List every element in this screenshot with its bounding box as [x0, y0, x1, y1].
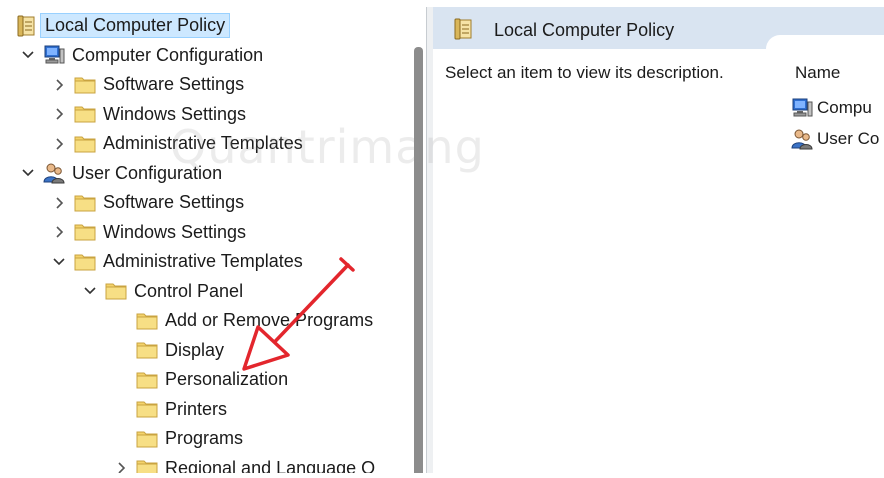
- red-arrow-annotation: [242, 257, 355, 371]
- details-header: Local Computer Policy: [433, 7, 884, 51]
- policy-document-icon: [453, 18, 475, 40]
- computer-icon: [791, 97, 813, 119]
- tree-item-cc-software-settings[interactable]: Software Settings: [50, 70, 244, 99]
- tree-item-label: Computer Configuration: [72, 44, 264, 65]
- tree-item-programs[interactable]: Programs: [112, 424, 243, 453]
- chevron-down-icon[interactable]: [81, 282, 99, 300]
- chevron-right-icon[interactable]: [50, 223, 68, 241]
- folder-icon: [74, 133, 96, 155]
- folder-icon: [136, 457, 158, 473]
- chevron-down-icon[interactable]: [19, 46, 37, 64]
- no-expander: [112, 400, 130, 418]
- tree-item-display[interactable]: Display: [112, 336, 224, 365]
- details-pane: Local Computer Policy Select an item to …: [433, 7, 884, 473]
- chevron-right-icon[interactable]: [112, 459, 130, 473]
- tree-item-uc-software-settings[interactable]: Software Settings: [50, 188, 244, 217]
- users-icon: [43, 162, 65, 184]
- chevron-down-icon[interactable]: [19, 164, 37, 182]
- details-item-label: User Co: [817, 129, 880, 148]
- folder-icon: [105, 280, 127, 302]
- no-expander: [112, 312, 130, 330]
- computer-icon: [43, 44, 65, 66]
- tree-item-label: Display: [165, 339, 225, 360]
- header-tab-notch: [766, 35, 884, 51]
- no-expander: [112, 430, 130, 448]
- folder-icon: [74, 74, 96, 96]
- tree-item-computer-configuration[interactable]: Computer Configuration: [19, 41, 263, 70]
- watermark: Quantrimang: [170, 120, 485, 174]
- tree-item-label: Software Settings: [103, 192, 245, 212]
- folder-icon: [74, 251, 96, 273]
- no-expander: [112, 341, 130, 359]
- tree-item-label: Local Computer Policy: [40, 13, 231, 38]
- tree-item-local-computer-policy[interactable]: Local Computer Policy: [16, 11, 231, 40]
- folder-icon: [136, 369, 158, 391]
- folder-icon: [136, 339, 158, 361]
- details-item-1[interactable]: User Co: [791, 126, 879, 152]
- folder-icon: [136, 428, 158, 450]
- chevron-right-icon[interactable]: [50, 135, 68, 153]
- folder-icon: [74, 221, 96, 243]
- bottom-edge: [0, 473, 884, 478]
- tree-item-regional-and-language[interactable]: Regional and Language O: [112, 454, 376, 474]
- tree-item-label: Printers: [165, 398, 228, 419]
- folder-icon: [136, 310, 158, 332]
- chevron-down-icon[interactable]: [50, 253, 68, 271]
- folder-icon: [74, 103, 96, 125]
- details-item-label: Compu: [817, 98, 872, 117]
- tree-item-label: Software Settings: [103, 74, 245, 94]
- folder-icon: [136, 398, 158, 420]
- chevron-right-icon[interactable]: [50, 194, 68, 212]
- chevron-right-icon[interactable]: [50, 76, 68, 94]
- column-header-name[interactable]: Name: [795, 63, 840, 83]
- chevron-right-icon[interactable]: [50, 105, 68, 123]
- details-title: Local Computer Policy: [494, 20, 675, 40]
- tree-pane: Local Computer Policy Computer Configurat…: [10, 7, 425, 473]
- policy-document-icon: [16, 15, 38, 37]
- users-icon: [791, 128, 813, 150]
- tree-item-control-panel[interactable]: Control Panel: [81, 277, 243, 306]
- no-expander: [112, 371, 130, 389]
- tree-item-label: Regional and Language O: [165, 457, 376, 474]
- tree-item-label: Programs: [165, 428, 244, 448]
- folder-icon: [74, 192, 96, 214]
- tree-item-label: Control Panel: [134, 280, 244, 301]
- tree-scrollbar[interactable]: [414, 47, 423, 473]
- tree-item-label: Windows Settings: [103, 221, 247, 242]
- item-description: Select an item to view its description.: [445, 63, 724, 82]
- tree-item-uc-windows-settings[interactable]: Windows Settings: [50, 218, 246, 247]
- tree-item-printers[interactable]: Printers: [112, 395, 227, 424]
- details-item-0[interactable]: Compu: [791, 95, 872, 121]
